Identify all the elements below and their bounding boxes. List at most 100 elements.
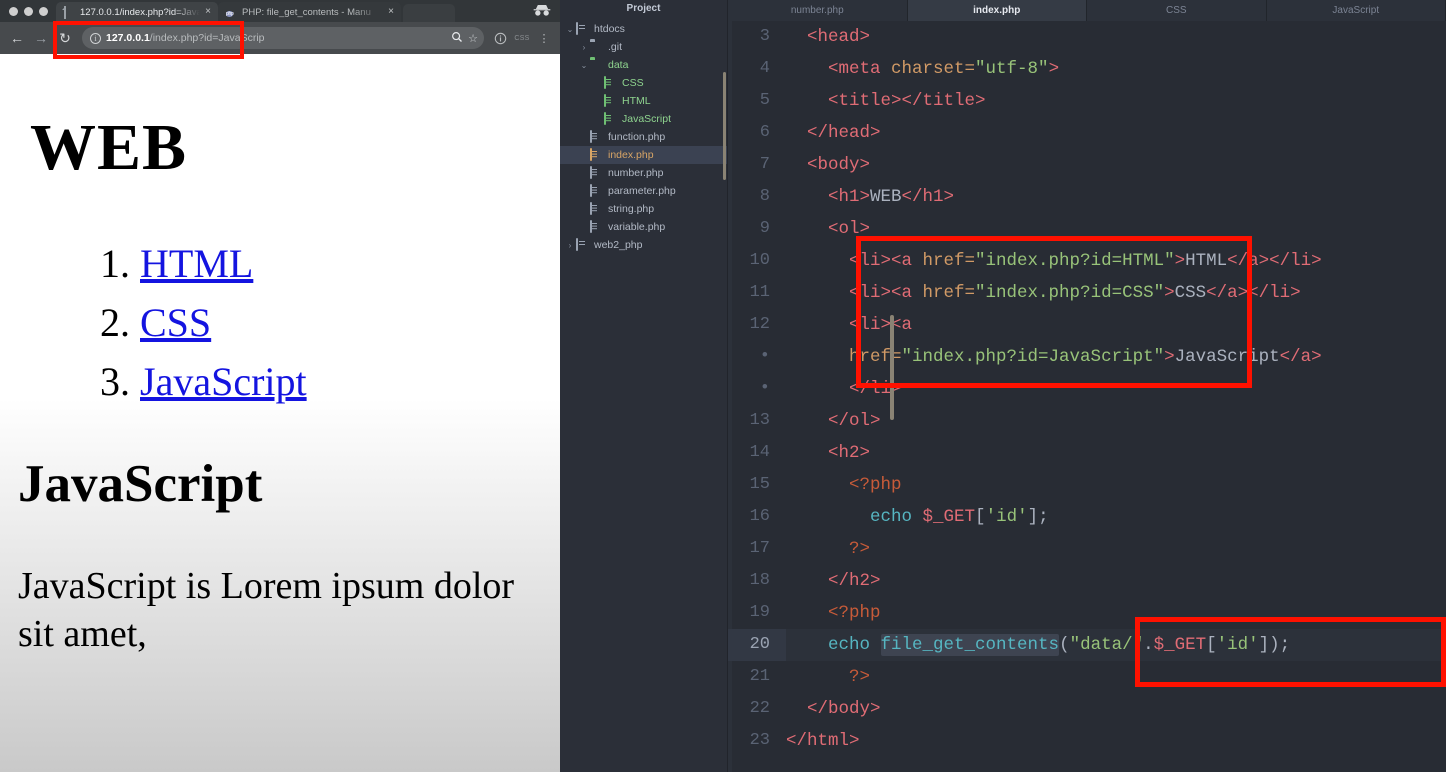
line-number: 10 — [749, 251, 770, 270]
chrome-menu-icon[interactable]: ⋮ — [534, 28, 554, 48]
site-info-icon[interactable]: i — [90, 32, 101, 44]
browser-tab-0[interactable]: 127.0.0.1/index.php?id=JavaScri × — [56, 2, 218, 22]
tree-item-label: web2_php — [594, 238, 643, 251]
code-line[interactable]: 9 <ol> — [728, 213, 1446, 245]
code-editor-window: Project ⌄ htdocs › .git ⌄ data CSS HTML JavaScri… — [560, 0, 1446, 772]
code-line-text: <ol> — [786, 213, 1446, 245]
tree-item-label: .git — [608, 40, 623, 53]
chevron-icon[interactable]: › — [564, 241, 576, 250]
code-line[interactable]: 10 <li><a href="index.php?id=HTML">HTML<… — [728, 245, 1446, 277]
code-line[interactable]: 5 <title></title> — [728, 85, 1446, 117]
code-token: ?> — [849, 539, 871, 559]
search-zoom-icon[interactable] — [451, 31, 463, 46]
code-line-text: <li><a — [786, 309, 1446, 341]
link-css[interactable]: CSS — [140, 300, 211, 345]
tree-item-number-php[interactable]: number.php — [560, 164, 727, 182]
browser-toolbar: ← → ↻ i 127.0.0.1/index.php?id=JavaScrip… — [0, 22, 560, 54]
code-line[interactable]: 22 </body> — [728, 693, 1446, 725]
link-html[interactable]: HTML — [140, 241, 253, 286]
code-line[interactable]: 23 </html> — [728, 725, 1446, 757]
chevron-icon[interactable]: ⌄ — [578, 61, 590, 70]
tree-item-index-php[interactable]: index.php — [560, 146, 727, 164]
tree-item-string-php[interactable]: string.php — [560, 200, 727, 218]
tree-item-label: variable.php — [608, 220, 666, 233]
link-javascript[interactable]: JavaScript — [140, 359, 307, 404]
code-token: <?php — [849, 475, 902, 495]
page-topic-list: 1. HTML 2. CSS 3. JavaScript — [0, 234, 560, 412]
code-line[interactable]: 12 <li><a — [728, 309, 1446, 341]
list-item: 2. CSS — [92, 293, 560, 352]
code-token: 'id' — [1216, 635, 1259, 655]
browser-tab-1-close-icon[interactable]: × — [388, 7, 394, 17]
tree-item-label: index.php — [608, 148, 654, 161]
code-line[interactable]: 20 echo file_get_contents("data/".$_GET[… — [728, 629, 1446, 661]
code-line-text: <meta charset="utf-8"> — [786, 53, 1446, 85]
code-line[interactable]: 8 <h1>WEB</h1> — [728, 181, 1446, 213]
code-line-text: <li><a href="index.php?id=CSS">CSS</a></… — [786, 277, 1446, 309]
code-line[interactable]: • href="index.php?id=JavaScript">JavaScr… — [728, 341, 1446, 373]
tree-item-data[interactable]: ⌄ data — [560, 56, 727, 74]
tree-item-htdocs[interactable]: ⌄ htdocs — [560, 20, 727, 38]
new-tab-button[interactable] — [403, 4, 455, 22]
zoom-window-dot[interactable] — [39, 6, 48, 16]
css-extension-icon[interactable]: CSS — [512, 28, 532, 48]
editor-tab-css[interactable]: CSS — [1087, 0, 1267, 21]
tree-item-html[interactable]: HTML — [560, 92, 727, 110]
code-line[interactable]: 21 ?> — [728, 661, 1446, 693]
line-number: 20 — [728, 629, 786, 661]
code-line[interactable]: • </li> — [728, 373, 1446, 405]
code-line[interactable]: 11 <li><a href="index.php?id=CSS">CSS</a… — [728, 277, 1446, 309]
address-bar[interactable]: i 127.0.0.1/index.php?id=JavaScrip ☆ — [82, 27, 484, 49]
close-window-dot[interactable] — [9, 6, 18, 16]
code-area[interactable]: 3 <head> 4 <meta charset="utf-8"> 5 <title… — [728, 21, 1446, 772]
code-token: <body> — [807, 155, 871, 175]
tree-item-function-php[interactable]: function.php — [560, 128, 727, 146]
code-line[interactable]: 18 </h2> — [728, 565, 1446, 597]
code-token: </h1> — [901, 187, 955, 207]
sidebar-scrollbar[interactable] — [723, 72, 726, 180]
tree-item--git[interactable]: › .git — [560, 38, 727, 56]
tree-item-css[interactable]: CSS — [560, 74, 727, 92]
browser-tab-1[interactable]: php PHP: file_get_contents - Manu × — [218, 2, 401, 22]
tree-item-javascript[interactable]: JavaScript — [560, 110, 727, 128]
chevron-icon[interactable]: ⌄ — [564, 25, 576, 34]
line-number: 13 — [749, 411, 770, 430]
chevron-icon[interactable]: › — [578, 43, 590, 52]
code-line[interactable]: 14 <h2> — [728, 437, 1446, 469]
editor-tab-index-php[interactable]: index.php — [907, 0, 1087, 21]
editor-tab-javascript[interactable]: JavaScript — [1266, 0, 1446, 21]
code-line[interactable]: 6 </head> — [728, 117, 1446, 149]
back-button[interactable]: ← — [6, 27, 28, 49]
profile-icon[interactable] — [490, 28, 510, 48]
reload-button[interactable]: ↻ — [54, 27, 76, 49]
tree-item-variable-php[interactable]: variable.php — [560, 218, 727, 236]
forward-button[interactable]: → — [30, 27, 52, 49]
editor-tab-number-php[interactable]: number.php — [728, 0, 908, 21]
browser-tab-0-close-icon[interactable]: × — [205, 7, 211, 17]
code-token: </head> — [807, 123, 881, 143]
line-number: 11 — [749, 283, 770, 302]
code-line[interactable]: 3 <head> — [728, 21, 1446, 53]
code-line[interactable]: 15 <?php — [728, 469, 1446, 501]
tree-item-parameter-php[interactable]: parameter.php — [560, 182, 727, 200]
code-line-text: <head> — [786, 21, 1446, 53]
minimize-window-dot[interactable] — [24, 6, 33, 16]
bookmark-star-icon[interactable]: ☆ — [468, 32, 478, 45]
tree-item-label: htdocs — [594, 22, 625, 35]
code-line[interactable]: 4 <meta charset="utf-8"> — [728, 53, 1446, 85]
code-line-text: <h1>WEB</h1> — [786, 181, 1446, 213]
browser-window: 127.0.0.1/index.php?id=JavaScri × php PH… — [0, 0, 560, 772]
code-line[interactable]: 16 echo $_GET['id']; — [728, 501, 1446, 533]
editor-scrollbar[interactable] — [890, 315, 894, 420]
tree-item-web2-php[interactable]: › web2_php — [560, 236, 727, 254]
code-line[interactable]: 13 </ol> — [728, 405, 1446, 437]
project-panel-title: Project — [626, 3, 661, 14]
code-line[interactable]: 19 <?php — [728, 597, 1446, 629]
code-line[interactable]: 17 ?> — [728, 533, 1446, 565]
php-icon-label: php — [226, 10, 234, 17]
code-line[interactable]: 7 <body> — [728, 149, 1446, 181]
window-controls[interactable] — [0, 0, 56, 22]
